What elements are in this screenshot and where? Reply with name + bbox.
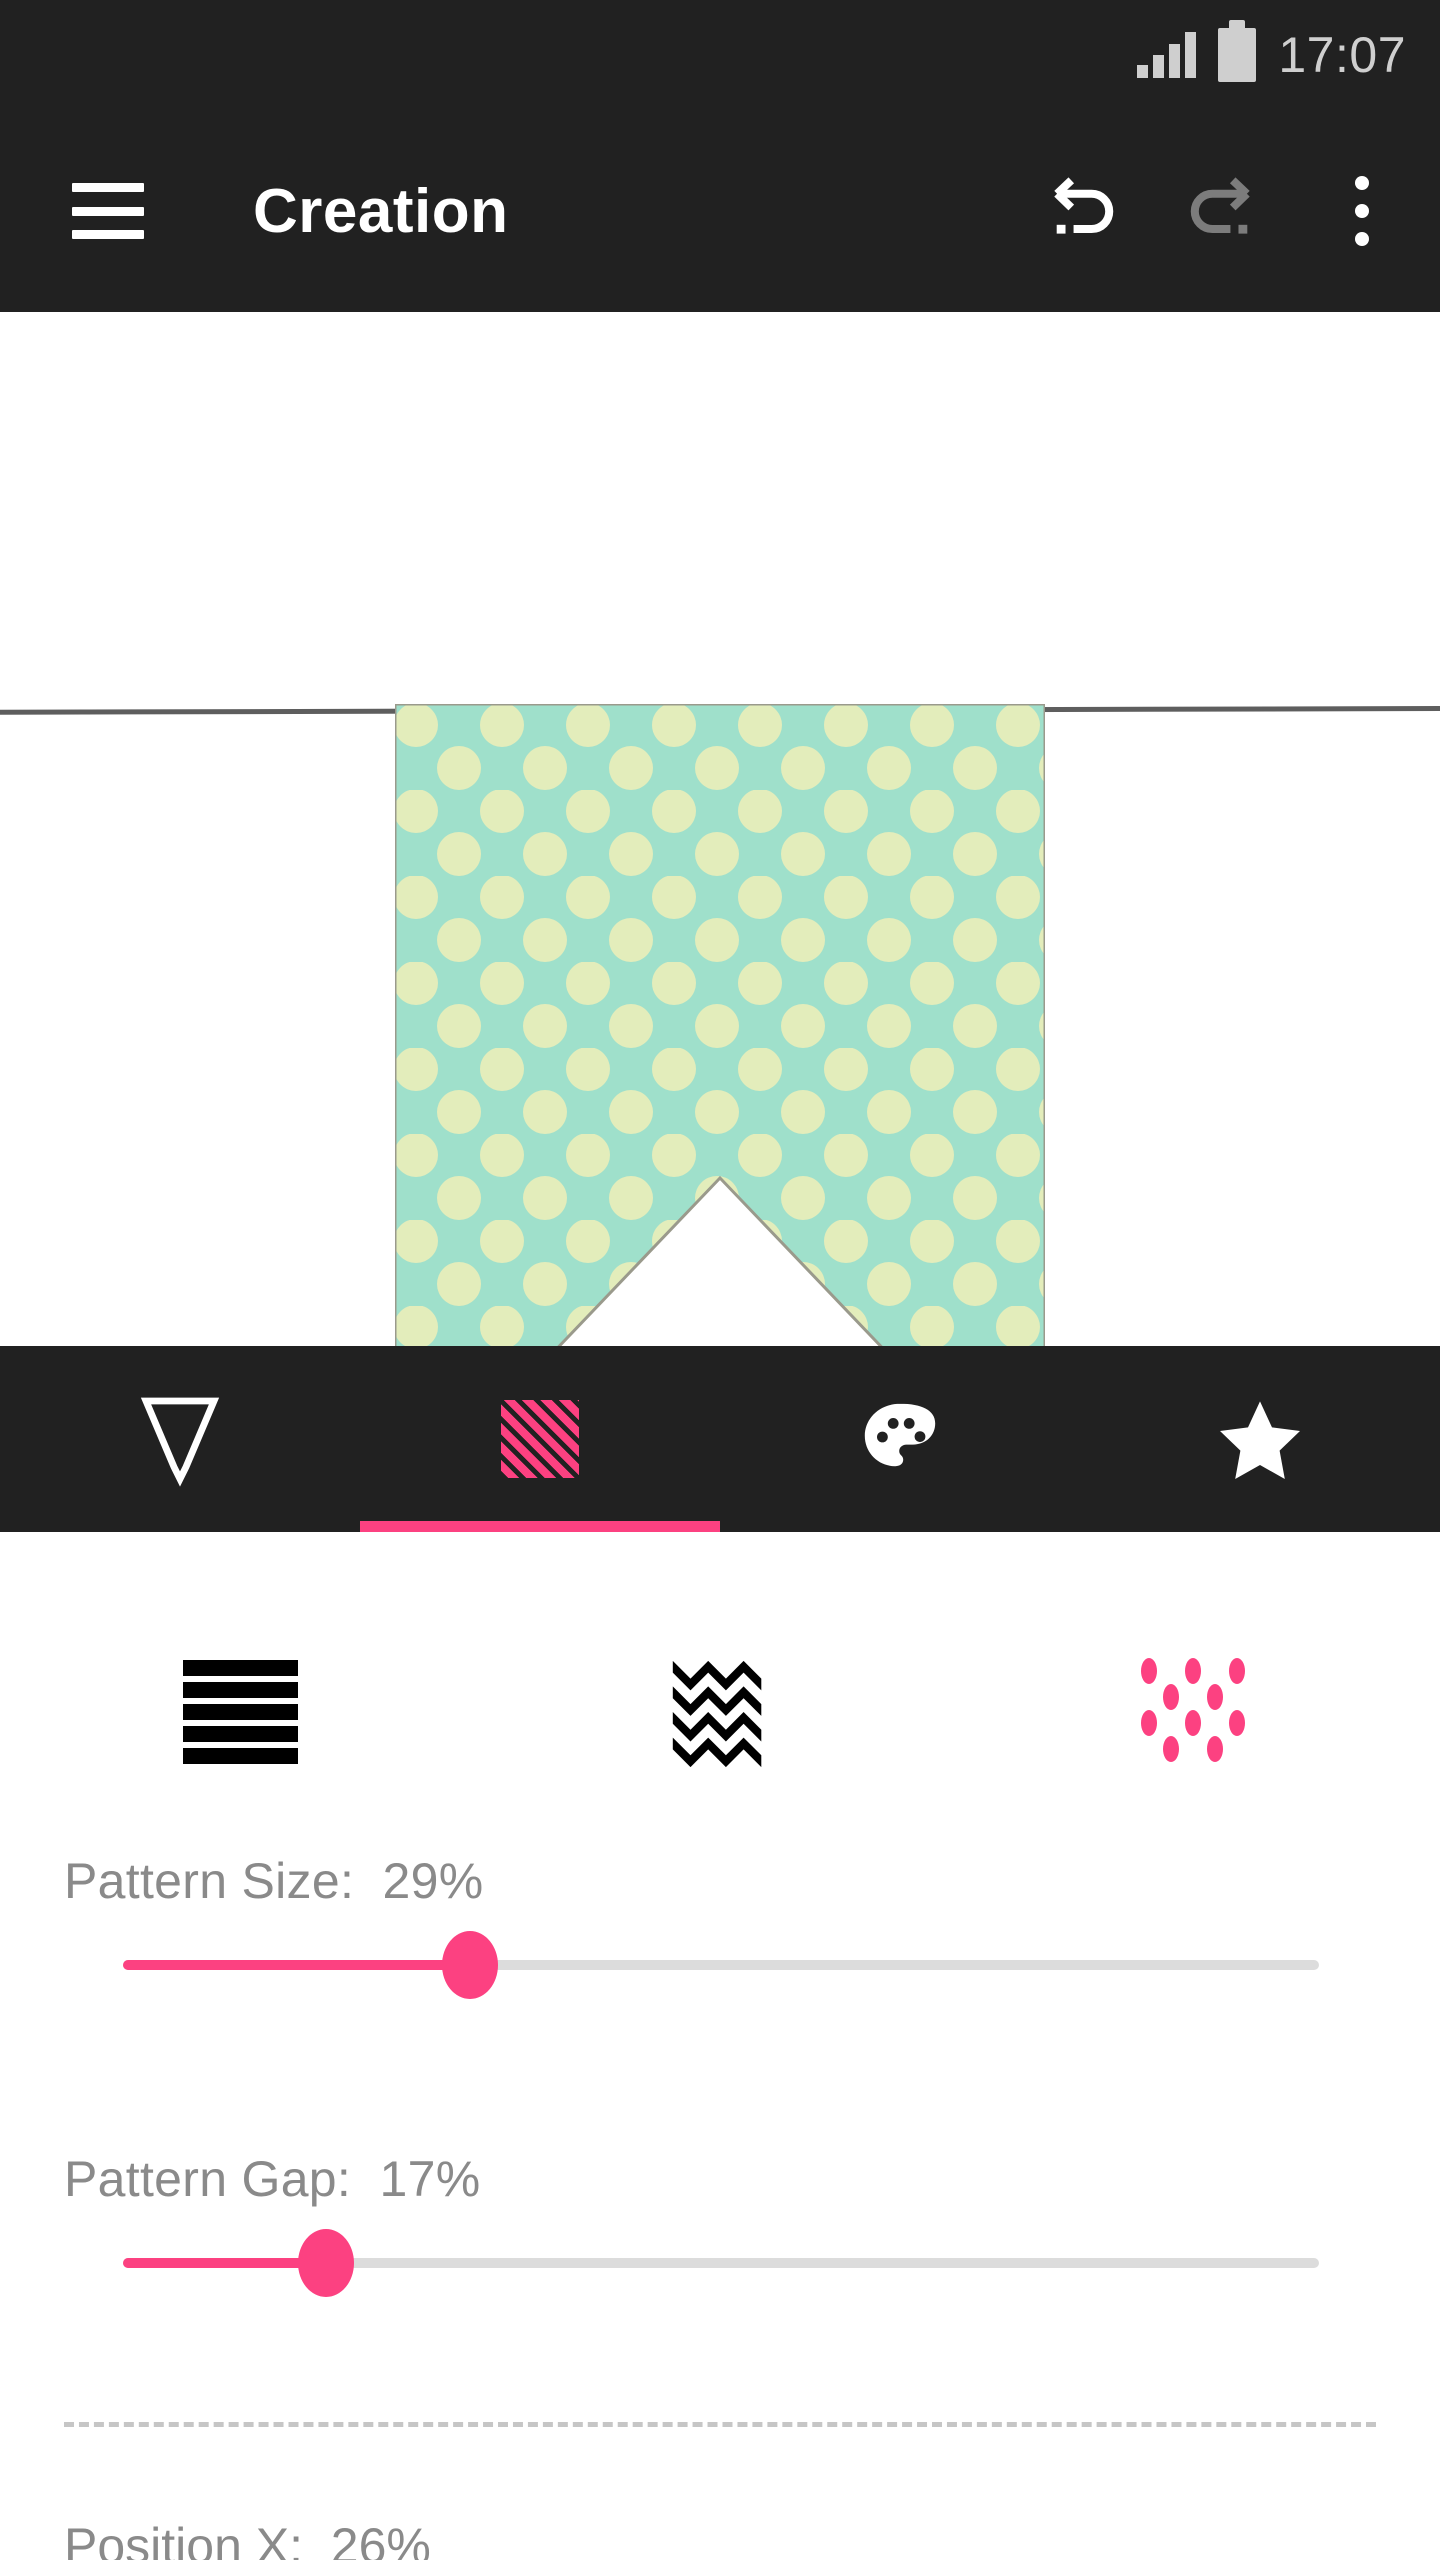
horizontal-stripes-icon [182, 1660, 298, 1764]
pattern-gap-thumb[interactable] [298, 2229, 355, 2297]
tab-shape[interactable] [0, 1346, 360, 1532]
tab-decoration[interactable] [1080, 1346, 1440, 1532]
editor-tab-bar [0, 1346, 1440, 1532]
tab-selected-indicator [360, 1521, 720, 1532]
chevron-zigzag-icon [672, 1660, 762, 1768]
status-bar-clock: 17:07 [1278, 27, 1406, 83]
app-bar: Creation [0, 110, 1440, 312]
hatched-square-icon [501, 1400, 579, 1478]
pattern-size-fill [123, 1960, 470, 1970]
star-icon [1220, 1401, 1300, 1479]
pattern-gap-fill [123, 2258, 327, 2268]
pattern-gap-track[interactable] [123, 2229, 1319, 2297]
app-bar-actions [1012, 141, 1440, 281]
design-canvas[interactable] [0, 312, 1440, 1346]
banner-preview[interactable] [395, 704, 1045, 1346]
pattern-option-stripes[interactable] [0, 1632, 480, 1792]
pattern-settings-panel: Pattern Size: 29% Pattern Gap: 17% Posit… [0, 1532, 1440, 2560]
undo-icon [1054, 177, 1114, 234]
palette-icon [864, 1403, 936, 1467]
overflow-menu-button[interactable] [1292, 141, 1432, 281]
section-divider [64, 2422, 1376, 2427]
position-x-label: Position X: 26% [64, 2518, 431, 2560]
pattern-option-dots[interactable] [960, 1632, 1440, 1792]
tab-color[interactable] [720, 1346, 1080, 1532]
redo-button[interactable] [1152, 141, 1292, 281]
pattern-size-label: Pattern Size: 29% [64, 1853, 484, 1909]
pattern-size-thumb[interactable] [441, 1931, 498, 1999]
polka-dots-icon [1141, 1658, 1259, 1766]
tab-pattern[interactable] [360, 1346, 720, 1532]
battery-full-icon [1218, 20, 1257, 82]
hamburger-menu-icon[interactable] [72, 183, 144, 239]
pattern-size-track[interactable] [123, 1931, 1319, 1999]
status-bar: 17:07 [0, 0, 1440, 110]
pattern-option-chevron[interactable] [480, 1632, 960, 1792]
pennant-outline-icon [140, 1397, 220, 1487]
more-vertical-icon [1355, 176, 1369, 246]
pattern-option-row [0, 1632, 1440, 1792]
page-title: Creation [253, 176, 509, 246]
redo-icon [1190, 177, 1250, 234]
slider-pattern-size: Pattern Size: 29% [0, 1852, 1440, 1999]
signal-bars-icon [1137, 32, 1197, 78]
slider-pattern-gap: Pattern Gap: 17% [0, 2150, 1440, 2297]
app-screen: 17:07 Creation Pattern Size: 29% Pattern… [0, 0, 1440, 2560]
pattern-gap-label: Pattern Gap: 17% [64, 2151, 481, 2207]
undo-button[interactable] [1012, 141, 1152, 281]
